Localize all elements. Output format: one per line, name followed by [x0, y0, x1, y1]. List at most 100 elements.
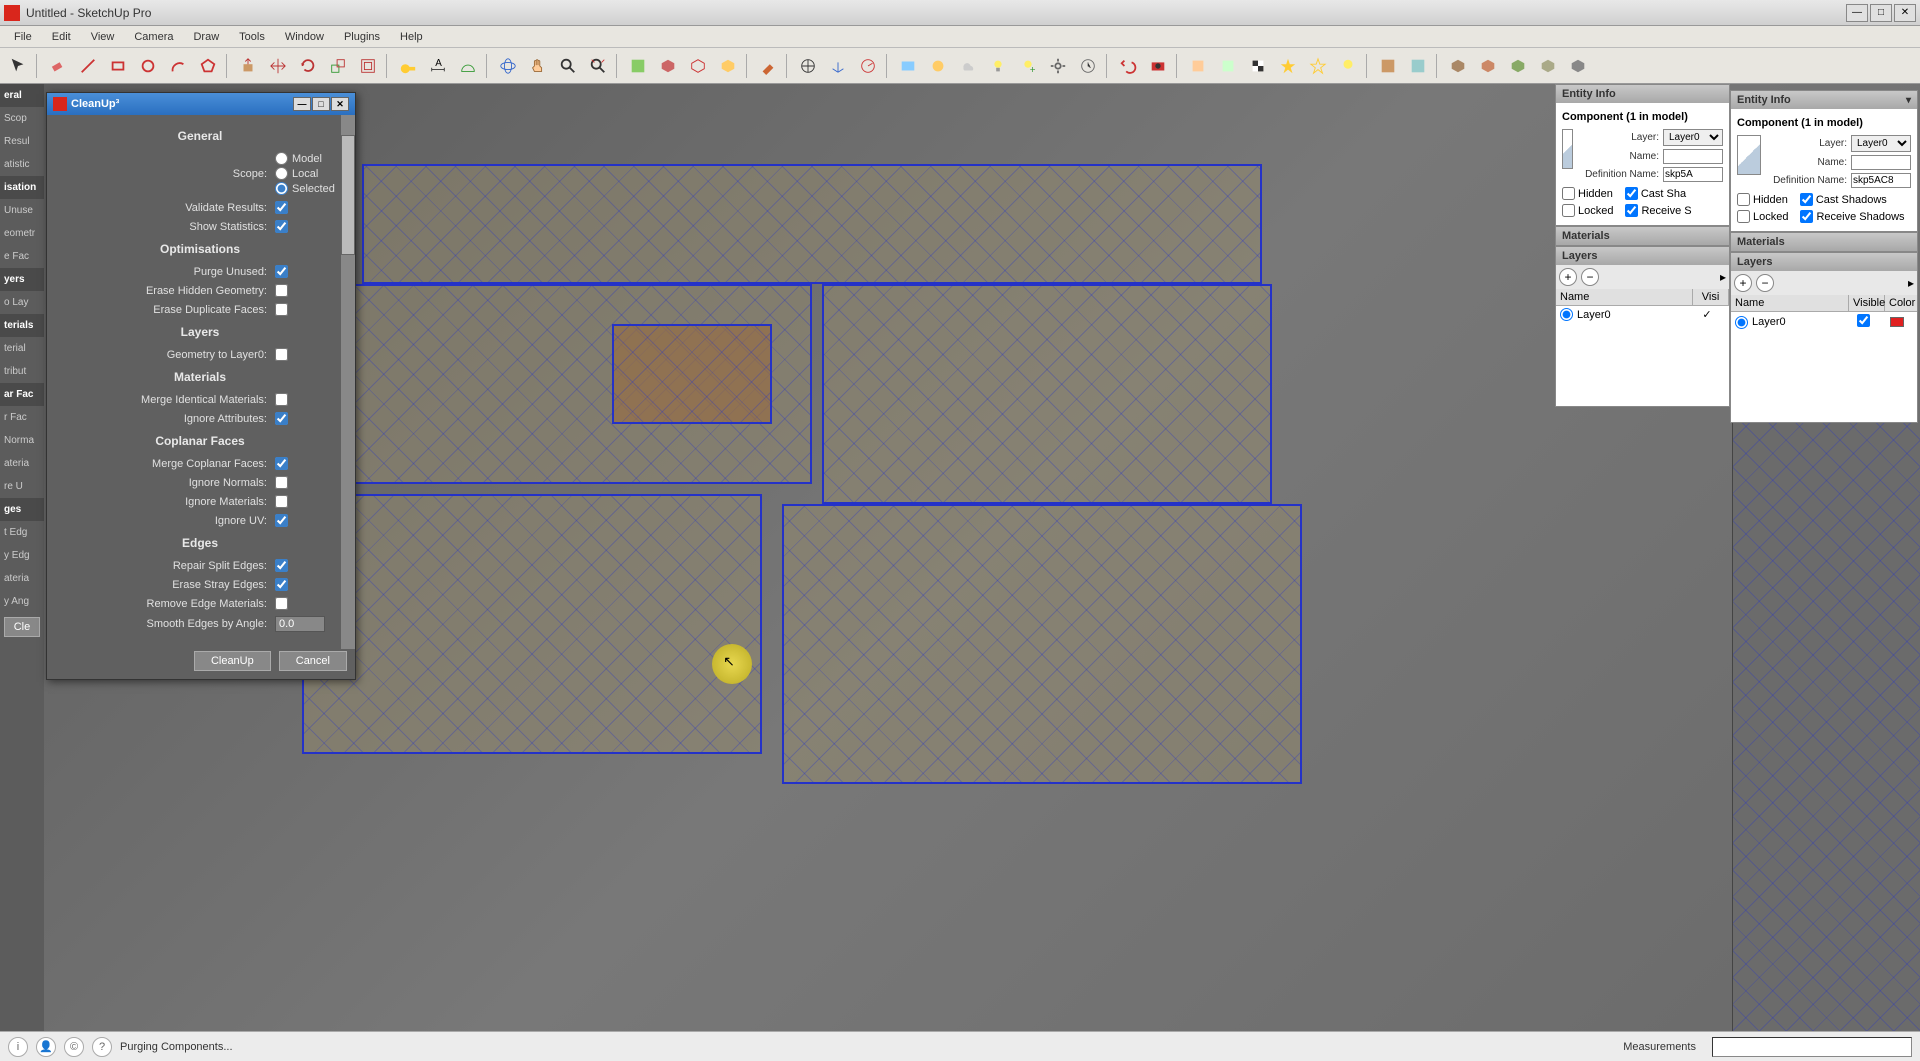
remove-edge-mat-checkbox[interactable] — [275, 597, 288, 610]
image-tool-icon[interactable] — [894, 52, 922, 80]
locked-checkbox[interactable]: Locked — [1562, 204, 1613, 217]
cast-checkbox[interactable]: Cast Sha — [1625, 187, 1686, 200]
layers-col-color[interactable]: Color — [1885, 295, 1917, 311]
defname-input[interactable] — [1851, 173, 1911, 188]
panel-menu-icon[interactable]: ▾ — [1906, 95, 1911, 106]
status-info-icon[interactable]: i — [8, 1037, 28, 1057]
name-input[interactable] — [1851, 155, 1911, 170]
repair-split-checkbox[interactable] — [275, 559, 288, 572]
menu-file[interactable]: File — [4, 29, 42, 45]
export2-tool-icon[interactable] — [1474, 52, 1502, 80]
pan-tool-icon[interactable] — [524, 52, 552, 80]
panel-title[interactable]: Entity Info▾ — [1731, 91, 1917, 109]
export3-tool-icon[interactable] — [1504, 52, 1532, 80]
component2-tool-icon[interactable] — [684, 52, 712, 80]
star2-tool-icon[interactable] — [1304, 52, 1332, 80]
dialog-titlebar[interactable]: CleanUp³ — □ ✕ — [47, 93, 355, 115]
maximize-button[interactable]: □ — [1870, 4, 1892, 22]
remove-layer-button[interactable]: − — [1756, 274, 1774, 292]
star-tool-icon[interactable] — [1274, 52, 1302, 80]
layer-visible-checkbox[interactable] — [1857, 314, 1870, 327]
strip-cleanup-button[interactable]: Cle — [4, 617, 40, 637]
menu-camera[interactable]: Camera — [124, 29, 183, 45]
panel-title[interactable]: Layers — [1556, 247, 1729, 265]
arc-tool-icon[interactable] — [164, 52, 192, 80]
geom-layer0-checkbox[interactable] — [275, 348, 288, 361]
add-layer-button[interactable]: + — [1734, 274, 1752, 292]
panel-title[interactable]: Entity Info — [1556, 85, 1729, 103]
paint-tool-icon[interactable] — [754, 52, 782, 80]
menu-plugins[interactable]: Plugins — [334, 29, 390, 45]
camera-tool-icon[interactable] — [1144, 52, 1172, 80]
remove-layer-button[interactable]: − — [1581, 268, 1599, 286]
orbit-tool-icon[interactable] — [494, 52, 522, 80]
layers-col-visible[interactable]: Visi — [1693, 289, 1729, 305]
outliner-tool-icon[interactable] — [1374, 52, 1402, 80]
layer-active-radio[interactable] — [1560, 308, 1573, 321]
panel-title[interactable]: Layers — [1731, 253, 1917, 271]
status-credit-icon[interactable]: © — [64, 1037, 84, 1057]
close-button[interactable]: ✕ — [1894, 4, 1916, 22]
zoom-extents-tool-icon[interactable] — [584, 52, 612, 80]
layer-color-swatch[interactable] — [1890, 317, 1904, 327]
export-tool-icon[interactable] — [1444, 52, 1472, 80]
tape-tool-icon[interactable] — [394, 52, 422, 80]
name-input[interactable] — [1663, 149, 1723, 164]
hidden-checkbox[interactable]: Hidden — [1737, 193, 1788, 206]
erase-dup-checkbox[interactable] — [275, 303, 288, 316]
menu-tools[interactable]: Tools — [229, 29, 275, 45]
smooth-angle-input[interactable] — [275, 616, 325, 632]
layers-col-name[interactable]: Name — [1556, 289, 1693, 305]
eraser-tool-icon[interactable] — [44, 52, 72, 80]
export4-tool-icon[interactable] — [1534, 52, 1562, 80]
offset-tool-icon[interactable] — [354, 52, 382, 80]
layer-select[interactable]: Layer0 — [1663, 129, 1723, 146]
ignore-attr-checkbox[interactable] — [275, 412, 288, 425]
merge-mat-checkbox[interactable] — [275, 393, 288, 406]
measurements-input[interactable] — [1712, 1037, 1912, 1057]
line-tool-icon[interactable] — [74, 52, 102, 80]
scale-tool-icon[interactable] — [324, 52, 352, 80]
ignore-uv-checkbox[interactable] — [275, 514, 288, 527]
geolocation-tool-icon[interactable] — [624, 52, 652, 80]
stats-checkbox[interactable] — [275, 220, 288, 233]
layer-select[interactable]: Layer0 — [1851, 135, 1911, 152]
dialog-close-button[interactable]: ✕ — [331, 97, 349, 111]
component3-tool-icon[interactable] — [714, 52, 742, 80]
zoom-tool-icon[interactable] — [554, 52, 582, 80]
panel-title[interactable]: Materials — [1556, 227, 1729, 245]
rotate-tool-icon[interactable] — [294, 52, 322, 80]
erase-stray-checkbox[interactable] — [275, 578, 288, 591]
defname-input[interactable] — [1663, 167, 1723, 182]
scope-selected-radio[interactable]: Selected — [275, 182, 335, 195]
status-help-icon[interactable]: ? — [92, 1037, 112, 1057]
merge-cop-checkbox[interactable] — [275, 457, 288, 470]
texture-tool-icon[interactable] — [924, 52, 952, 80]
fog-tool-icon[interactable] — [954, 52, 982, 80]
walk-tool-icon[interactable] — [854, 52, 882, 80]
status-person-icon[interactable]: 👤 — [36, 1037, 56, 1057]
export5-tool-icon[interactable] — [1564, 52, 1592, 80]
move-tool-icon[interactable] — [264, 52, 292, 80]
layers-col-name[interactable]: Name — [1731, 295, 1849, 311]
dimension-tool-icon[interactable]: A — [424, 52, 452, 80]
receive-checkbox[interactable]: Receive Shadows — [1800, 210, 1904, 223]
menu-edit[interactable]: Edit — [42, 29, 81, 45]
scope-model-radio[interactable]: Model — [275, 152, 322, 165]
gear-tool-icon[interactable] — [1044, 52, 1072, 80]
section-tool-icon[interactable] — [794, 52, 822, 80]
dialog-scrollbar[interactable] — [341, 115, 355, 649]
erase-hidden-checkbox[interactable] — [275, 284, 288, 297]
locked-checkbox[interactable]: Locked — [1737, 210, 1788, 223]
dialog-maximize-button[interactable]: □ — [312, 97, 330, 111]
pushpull-tool-icon[interactable] — [234, 52, 262, 80]
ignore-norm-checkbox[interactable] — [275, 476, 288, 489]
layers-col-visible[interactable]: Visible — [1849, 295, 1885, 311]
time-tool-icon[interactable] — [1074, 52, 1102, 80]
scope-local-radio[interactable]: Local — [275, 167, 318, 180]
add-layer-button[interactable]: + — [1559, 268, 1577, 286]
secondary-viewport[interactable] — [1732, 420, 1920, 1031]
style-tool-icon[interactable] — [1184, 52, 1212, 80]
menu-window[interactable]: Window — [275, 29, 334, 45]
rectangle-tool-icon[interactable] — [104, 52, 132, 80]
